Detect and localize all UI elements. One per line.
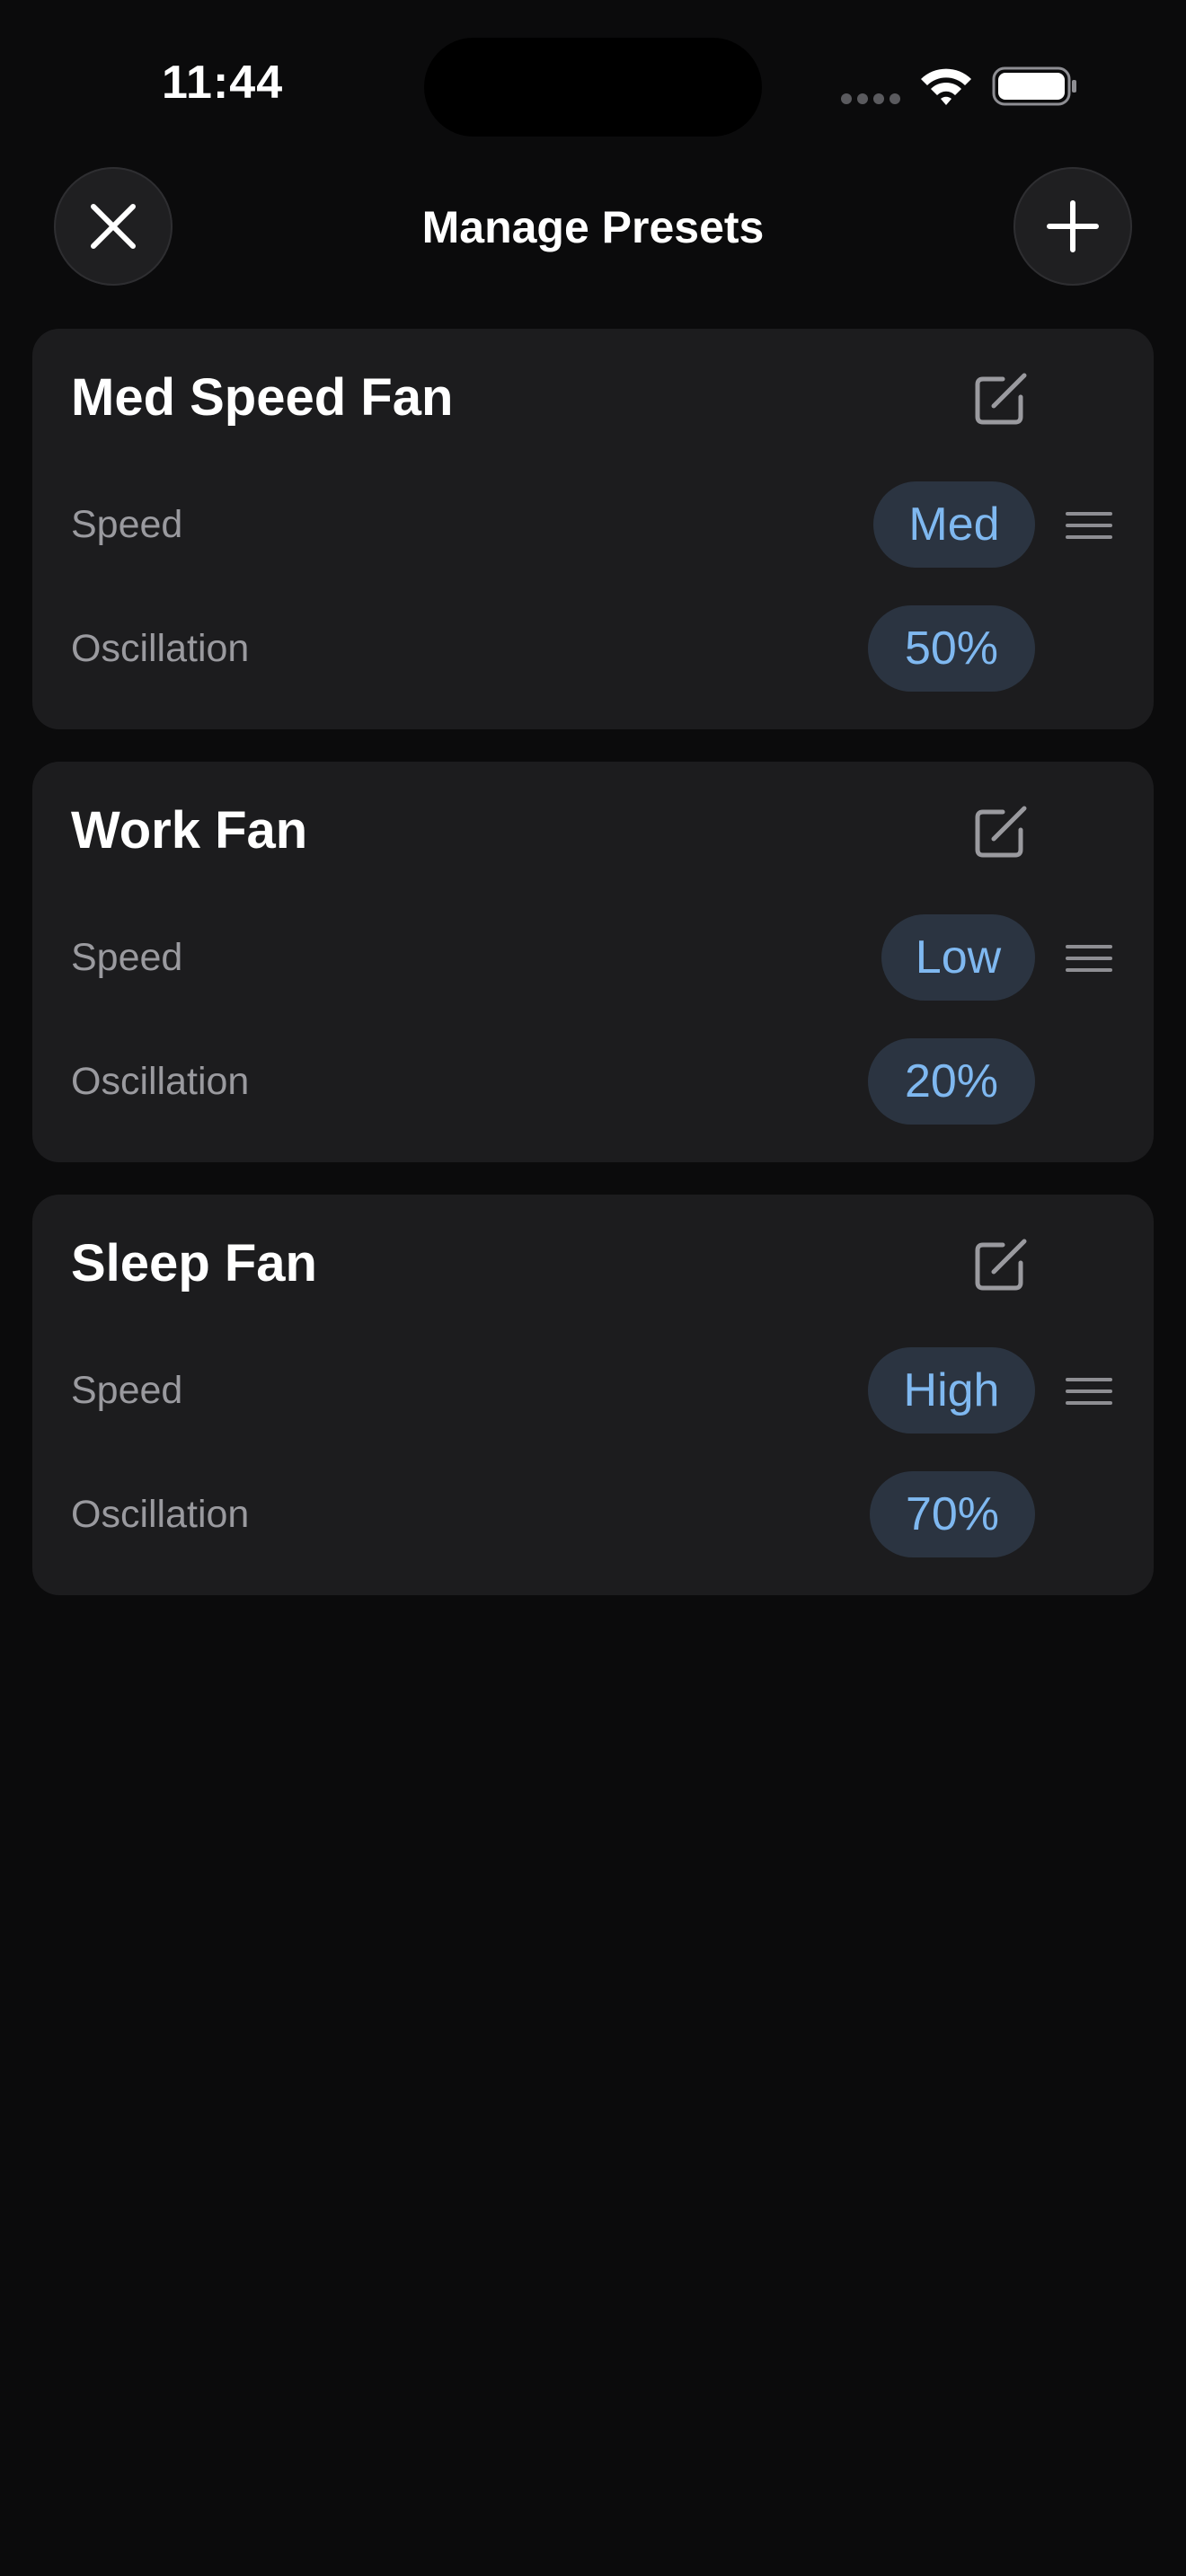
preset-name: Sleep Fan	[71, 1234, 317, 1292]
oscillation-value-badge: 50%	[868, 605, 1035, 692]
cellular-signal-icon	[841, 93, 902, 106]
preset-card[interactable]: Work Fan Speed Low Oscillation 20%	[32, 762, 1154, 1162]
speed-value-badge: Low	[881, 914, 1035, 1001]
wifi-icon	[921, 68, 971, 105]
speed-value-badge: Med	[873, 481, 1035, 568]
drag-handle-icon[interactable]	[1066, 945, 1112, 972]
drag-handle-icon[interactable]	[1066, 512, 1112, 539]
preset-name: Work Fan	[71, 801, 308, 860]
page-title: Manage Presets	[421, 202, 765, 252]
oscillation-label: Oscillation	[71, 1060, 250, 1103]
speed-label: Speed	[71, 1369, 183, 1412]
preset-card[interactable]: Sleep Fan Speed High Oscillation 70%	[32, 1195, 1154, 1595]
preset-card[interactable]: Med Speed Fan Speed Med Oscillation 50%	[32, 329, 1154, 729]
dynamic-island	[424, 38, 762, 137]
oscillation-label: Oscillation	[71, 627, 250, 670]
speed-label: Speed	[71, 936, 183, 979]
oscillation-value-badge: 70%	[870, 1471, 1035, 1557]
battery-icon	[992, 66, 1076, 106]
manage-presets-screen: 11:44 Manage Presets Med Speed Fan Speed…	[0, 0, 1186, 2576]
edit-icon[interactable]	[967, 801, 1031, 866]
oscillation-value-badge: 20%	[868, 1038, 1035, 1125]
edit-icon[interactable]	[967, 1234, 1031, 1299]
oscillation-label: Oscillation	[71, 1493, 250, 1536]
drag-handle-icon[interactable]	[1066, 1378, 1112, 1405]
add-preset-button[interactable]	[1013, 167, 1132, 286]
edit-icon[interactable]	[967, 368, 1031, 433]
speed-value-badge: High	[868, 1347, 1035, 1434]
status-time: 11:44	[162, 57, 284, 109]
preset-name: Med Speed Fan	[71, 368, 454, 427]
speed-label: Speed	[71, 503, 183, 546]
plus-icon	[1047, 200, 1099, 252]
